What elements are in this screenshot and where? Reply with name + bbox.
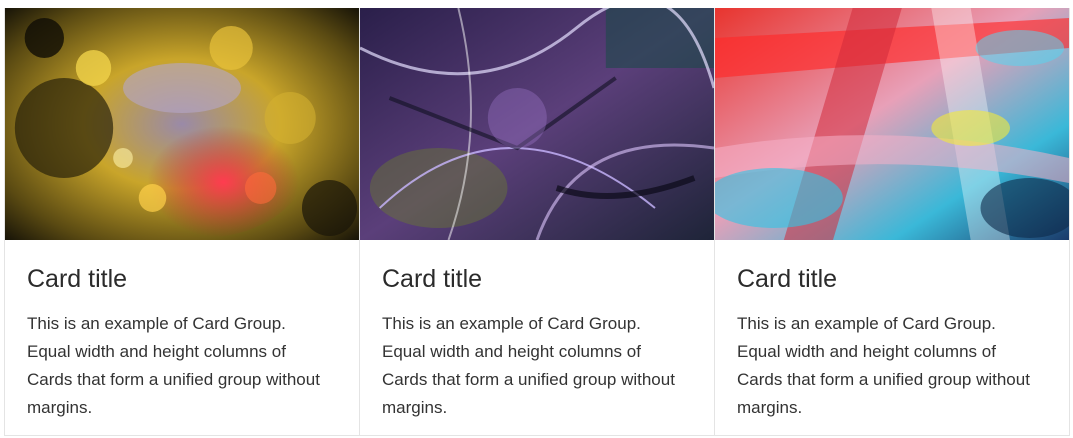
card-2: Card title This is an example of Card Gr… xyxy=(360,8,715,435)
card-body: Card title This is an example of Card Gr… xyxy=(715,240,1069,422)
paint-strokes-image xyxy=(715,8,1069,240)
card-title: Card title xyxy=(737,265,838,293)
card-group: Card title This is an example of Card Gr… xyxy=(4,8,1070,436)
card-3: Card title This is an example of Card Gr… xyxy=(715,8,1069,435)
card-text: This is an example of Card Group. Equal … xyxy=(382,314,675,417)
purple-abstract-image xyxy=(360,8,714,240)
oil-bubbles-image xyxy=(5,8,359,240)
card-title: Card title xyxy=(382,265,483,293)
card-body: Card title This is an example of Card Gr… xyxy=(5,240,359,422)
card-text: This is an example of Card Group. Equal … xyxy=(27,314,320,417)
card-text: This is an example of Card Group. Equal … xyxy=(737,314,1030,417)
card-1: Card title This is an example of Card Gr… xyxy=(5,8,360,435)
card-title: Card title xyxy=(27,265,128,293)
card-body: Card title This is an example of Card Gr… xyxy=(360,240,714,422)
